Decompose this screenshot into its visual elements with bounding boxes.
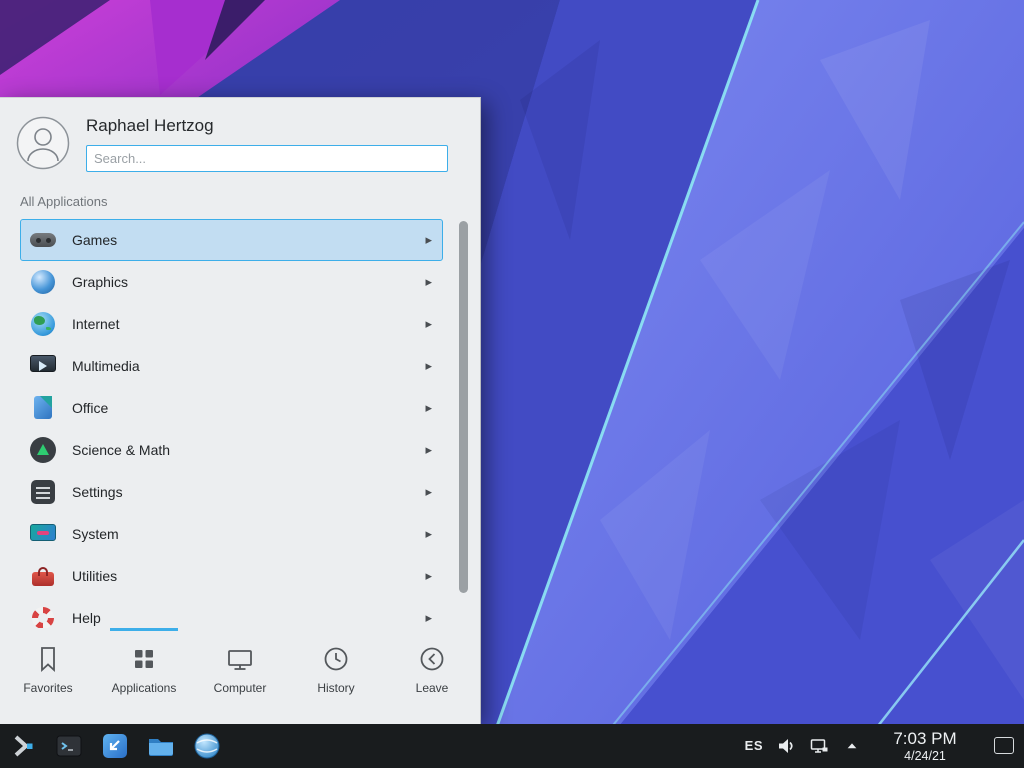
application-category-list: Games Graphics Internet Multimedia Offic… [0, 217, 480, 628]
science-icon [29, 436, 57, 464]
app-category-graphics[interactable]: Graphics [20, 261, 443, 303]
digital-clock[interactable]: 7:03 PM 4/24/21 [883, 729, 967, 763]
launcher-header: Raphael Hertzog [0, 98, 480, 182]
settings-icon [29, 478, 57, 506]
user-avatar-icon[interactable] [16, 116, 70, 170]
scrollbar-thumb[interactable] [459, 221, 468, 593]
keyboard-layout-indicator[interactable]: ES [745, 738, 763, 753]
utilities-icon [29, 562, 57, 590]
tab-leave[interactable]: Leave [384, 628, 480, 724]
app-category-label: Settings [72, 484, 123, 500]
app-category-label: Office [72, 400, 108, 416]
application-launcher-menu: Raphael Hertzog All Applications Games G… [0, 97, 481, 724]
app-category-label: Help [72, 610, 101, 626]
graphics-icon [29, 268, 57, 296]
app-category-games[interactable]: Games [20, 219, 443, 261]
tab-computer[interactable]: Computer [192, 628, 288, 724]
tab-favorites[interactable]: Favorites [0, 628, 96, 724]
file-manager-icon[interactable] [146, 731, 176, 761]
computer-icon [225, 644, 255, 674]
terminal-icon[interactable] [54, 731, 84, 761]
app-category-label: Multimedia [72, 358, 140, 374]
system-tray: ES 7:03 PM 4/24/21 [745, 729, 1014, 763]
games-icon [29, 226, 57, 254]
volume-icon[interactable] [776, 736, 796, 756]
submenu-arrow-icon [425, 441, 432, 459]
tab-label: Computer [214, 681, 267, 695]
tab-label: History [317, 681, 354, 695]
app-category-science-math[interactable]: Science & Math [20, 429, 443, 471]
favorites-icon [33, 644, 63, 674]
app-launcher-button[interactable] [8, 731, 38, 761]
tab-applications[interactable]: Applications [96, 628, 192, 724]
launcher-tab-bar: Favorites Applications Comp [0, 628, 480, 724]
user-name: Raphael Hertzog [86, 116, 448, 136]
submenu-arrow-icon [425, 609, 432, 627]
app-category-label: Utilities [72, 568, 117, 584]
app-category-label: Internet [72, 316, 119, 332]
expand-caret-icon[interactable] [842, 736, 862, 756]
office-icon [29, 394, 57, 422]
app-category-utilities[interactable]: Utilities [20, 555, 443, 597]
search-input[interactable] [86, 145, 448, 172]
clock-time: 7:03 PM [883, 729, 967, 749]
section-label-all-applications: All Applications [20, 194, 460, 209]
submenu-arrow-icon [425, 483, 432, 501]
history-icon [321, 644, 351, 674]
submenu-arrow-icon [425, 525, 432, 543]
applications-icon [129, 644, 159, 674]
submenu-arrow-icon [425, 567, 432, 585]
help-icon [29, 604, 57, 628]
clock-date: 4/24/21 [883, 749, 967, 763]
app-category-system[interactable]: System [20, 513, 443, 555]
multimedia-icon [29, 352, 57, 380]
app-category-settings[interactable]: Settings [20, 471, 443, 513]
internet-icon [29, 310, 57, 338]
app-category-multimedia[interactable]: Multimedia [20, 345, 443, 387]
web-browser-icon[interactable] [192, 731, 222, 761]
tab-history[interactable]: History [288, 628, 384, 724]
network-icon[interactable] [809, 736, 829, 756]
leave-icon [417, 644, 447, 674]
app-category-help[interactable]: Help [20, 597, 443, 628]
submenu-arrow-icon [425, 315, 432, 333]
submenu-arrow-icon [425, 231, 432, 249]
submenu-arrow-icon [425, 399, 432, 417]
taskbar-panel: ES 7:03 PM 4/24/21 [0, 724, 1024, 768]
tab-label: Leave [416, 681, 449, 695]
app-category-office[interactable]: Office [20, 387, 443, 429]
app-category-label: Graphics [72, 274, 128, 290]
software-center-icon[interactable] [100, 731, 130, 761]
list-scrollbar[interactable] [459, 221, 468, 628]
app-category-internet[interactable]: Internet [20, 303, 443, 345]
app-category-label: Games [72, 232, 117, 248]
submenu-arrow-icon [425, 357, 432, 375]
tab-label: Favorites [23, 681, 72, 695]
app-category-label: Science & Math [72, 442, 170, 458]
show-desktop-button[interactable] [994, 737, 1014, 754]
tab-label: Applications [112, 681, 177, 695]
system-icon [29, 520, 57, 548]
submenu-arrow-icon [425, 273, 432, 291]
app-category-label: System [72, 526, 119, 542]
